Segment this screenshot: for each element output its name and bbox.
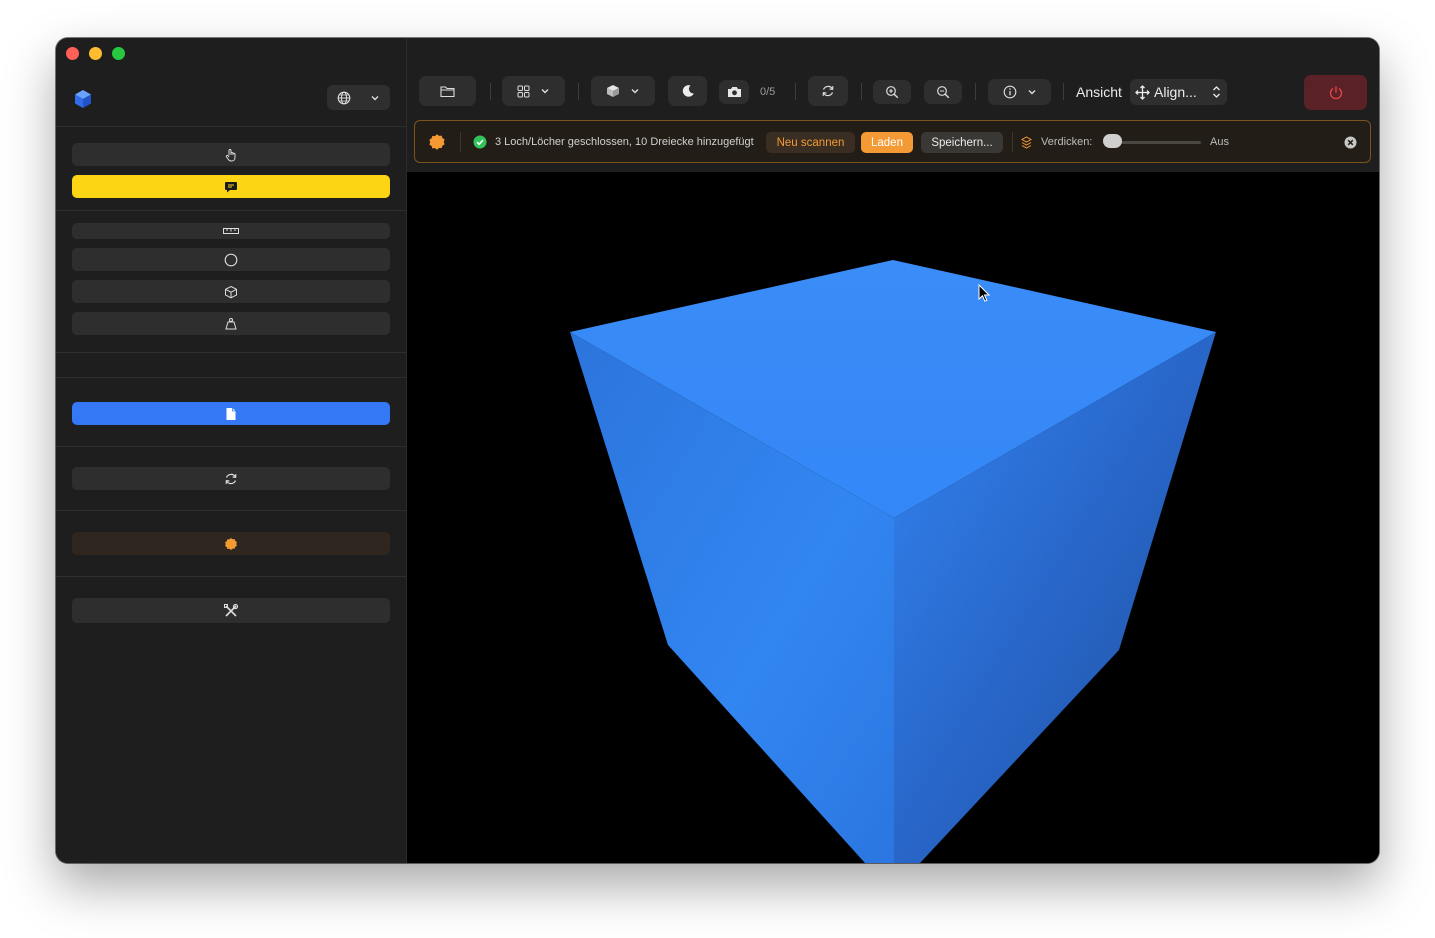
grid-icon	[517, 85, 530, 97]
document-button[interactable]	[72, 402, 390, 425]
divider	[56, 510, 406, 511]
tools-icon	[224, 603, 239, 617]
select-tool-button[interactable]	[72, 143, 390, 166]
zoom-in-button[interactable]	[873, 80, 911, 104]
app-window: 0/5 Ansicht Align... 3 Loch/Löcher gesch…	[56, 38, 1379, 863]
badge-icon	[225, 537, 237, 550]
repair-status-text: 3 Loch/Löcher geschlossen, 10 Dreiecke h…	[495, 136, 754, 148]
repair-status-button[interactable]	[72, 532, 390, 555]
thicken-value: Aus	[1210, 136, 1229, 148]
refresh-button[interactable]	[72, 467, 390, 490]
document-icon	[226, 407, 236, 420]
zoom-window-button[interactable]	[112, 47, 125, 60]
close-window-button[interactable]	[66, 47, 79, 60]
weight-icon	[225, 317, 237, 329]
layout-select[interactable]	[502, 76, 565, 106]
divider	[56, 126, 406, 127]
toolbar: 0/5 Ansicht Align... 3 Loch/Löcher gesch…	[407, 38, 1379, 172]
chevron-down-icon	[371, 95, 379, 100]
toolbar-divider	[975, 83, 976, 100]
circle-tool-button[interactable]	[72, 248, 390, 271]
slider-knob[interactable]	[1103, 134, 1122, 148]
save-button[interactable]: Speichern...	[921, 132, 1003, 153]
rescan-button[interactable]: Neu scannen	[766, 132, 855, 153]
minimize-window-button[interactable]	[89, 47, 102, 60]
weight-tool-button[interactable]	[72, 312, 390, 335]
circle-icon	[224, 253, 238, 266]
globe-icon	[337, 91, 351, 104]
refresh-icon	[822, 85, 834, 97]
toolbar-divider	[1063, 83, 1064, 100]
updown-chevron-icon	[1213, 86, 1220, 98]
comment-icon	[225, 181, 237, 192]
toolbar-divider	[861, 83, 862, 100]
divider	[56, 377, 406, 378]
close-circle-icon[interactable]	[1344, 136, 1357, 149]
info-select[interactable]	[988, 79, 1051, 105]
comment-tool-button[interactable]	[72, 175, 390, 198]
thicken-slider[interactable]	[1103, 134, 1201, 148]
tools-button[interactable]	[72, 598, 390, 623]
info-icon	[1003, 85, 1016, 99]
load-button[interactable]: Laden	[861, 132, 913, 153]
main-area: 0/5 Ansicht Align... 3 Loch/Löcher gesch…	[407, 38, 1379, 863]
divider	[460, 132, 461, 152]
snapshot-button[interactable]	[719, 80, 749, 104]
align-select-value: Align...	[1154, 84, 1197, 100]
zoom-out-icon	[937, 86, 950, 99]
chevron-down-icon	[541, 89, 549, 94]
layers-icon	[1021, 136, 1032, 149]
divider	[56, 446, 406, 447]
toolbar-divider	[490, 83, 491, 100]
divider	[56, 576, 406, 577]
view-label: Ansicht	[1076, 84, 1122, 100]
3d-viewport[interactable]	[407, 172, 1379, 863]
language-select[interactable]	[327, 85, 390, 110]
ruler-icon	[223, 228, 239, 234]
zoom-out-button[interactable]	[924, 80, 962, 104]
folder-icon	[440, 85, 455, 97]
move-arrows-icon	[1135, 84, 1150, 100]
refresh-icon	[225, 473, 237, 484]
reset-view-button[interactable]	[808, 76, 848, 106]
camera-icon	[727, 87, 741, 97]
chevron-down-icon	[1028, 90, 1035, 95]
mesh-repair-bar: 3 Loch/Löcher geschlossen, 10 Dreiecke h…	[414, 120, 1371, 163]
sidebar	[56, 38, 407, 863]
measure-tool-button[interactable]	[72, 223, 390, 239]
open-folder-button[interactable]	[419, 76, 476, 106]
moon-icon	[682, 85, 694, 97]
volume-tool-button[interactable]	[72, 280, 390, 303]
mouse-cursor-icon	[978, 284, 990, 302]
dark-mode-button[interactable]	[668, 76, 707, 106]
cube-icon	[607, 85, 619, 97]
pointer-hand-icon	[225, 148, 236, 161]
divider	[56, 352, 406, 353]
align-select[interactable]: Align...	[1130, 79, 1227, 105]
divider	[56, 210, 406, 211]
zoom-in-icon	[886, 86, 899, 99]
thicken-label: Verdicken:	[1041, 136, 1093, 148]
cube-outline-icon	[225, 285, 237, 298]
cube-logo-icon	[75, 90, 91, 108]
chevron-down-icon	[631, 89, 639, 94]
snapshot-counter: 0/5	[760, 86, 776, 98]
check-circle-icon	[473, 135, 487, 149]
cube-model[interactable]	[407, 172, 1379, 863]
badge-icon	[429, 134, 445, 150]
power-icon	[1329, 86, 1342, 99]
toolbar-divider	[578, 83, 579, 100]
toolbar-divider	[795, 83, 796, 100]
render-mode-select[interactable]	[591, 76, 655, 106]
power-button[interactable]	[1304, 75, 1367, 110]
divider	[1012, 132, 1013, 152]
